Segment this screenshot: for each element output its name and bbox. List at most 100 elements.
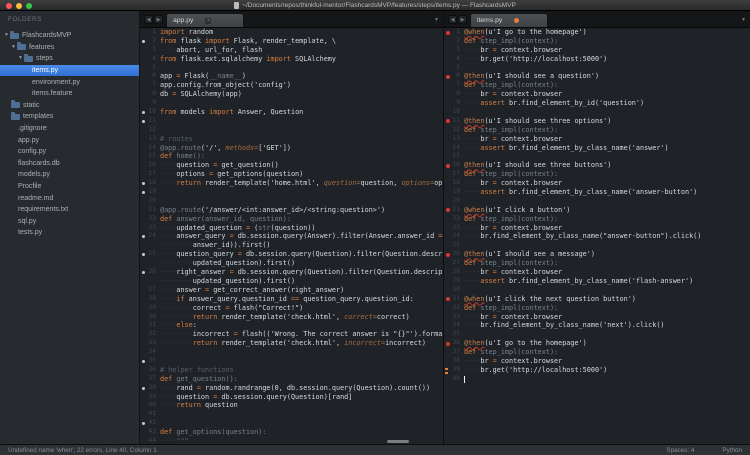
code-line[interactable]: 17def step_impl(context): <box>444 170 750 179</box>
code-line[interactable]: 3····abort, url_for, flash <box>140 46 443 55</box>
code-line[interactable]: 31····else: <box>140 321 443 330</box>
code-line[interactable]: 34····br.find_element_by_class_name('nex… <box>444 321 750 330</box>
code-line[interactable]: 28····br = context.browser <box>444 268 750 277</box>
code-line[interactable]: 36# helper functions <box>140 366 443 375</box>
tab-prev-button[interactable]: ◀ <box>144 15 153 24</box>
code-line[interactable]: 19 <box>140 188 443 197</box>
code-line[interactable]: 9 <box>140 99 443 108</box>
tab-next-button[interactable]: ▶ <box>154 15 163 24</box>
code-line[interactable]: 13# routes <box>140 135 443 144</box>
code-line[interactable]: 33····br = context.browser <box>444 313 750 322</box>
code-line[interactable]: 41 <box>140 410 443 419</box>
code-line[interactable]: 16····question = get_question() <box>140 161 443 170</box>
code-line[interactable]: 42 <box>140 419 443 428</box>
code-line[interactable]: 11@then(u'I should see three options') <box>444 117 750 126</box>
code-line[interactable]: 20 <box>444 197 750 206</box>
code-line[interactable]: 18····br = context.browser <box>444 179 750 188</box>
code-line[interactable]: 24····br.find_element_by_class_name("ans… <box>444 232 750 241</box>
code-line[interactable]: 39····br.get('http://localhost:5000') <box>444 366 750 375</box>
code-line[interactable]: 35 <box>444 330 750 339</box>
code-line[interactable]: 21@when(u'I click a button') <box>444 206 750 215</box>
code-line[interactable]: 35 <box>140 357 443 366</box>
code-line[interactable]: 40 <box>444 375 750 384</box>
sidebar-item--gitignore[interactable]: .gitignore <box>0 123 139 135</box>
code-line[interactable]: ········updated_question).first() <box>140 259 443 268</box>
code-line[interactable]: 32def step_impl(context): <box>444 304 750 313</box>
sidebar-item-requirements-txt[interactable]: requirements.txt <box>0 204 139 216</box>
sidebar-item-sql-py[interactable]: sql.py <box>0 216 139 228</box>
code-line[interactable]: 8····br = context.browser <box>444 90 750 99</box>
sidebar-item-tests-py[interactable]: tests.py <box>0 227 139 239</box>
code-line[interactable]: 30········return render_template('check.… <box>140 313 443 322</box>
modified-dot-icon[interactable] <box>514 18 519 23</box>
sidebar-item-flashcardsmvp[interactable]: ▼FlashcardsMVP <box>0 30 139 42</box>
code-line[interactable]: 15def home(): <box>140 152 443 161</box>
code-editor[interactable]: 1@when(u'I go to the homepage')2def step… <box>444 28 750 444</box>
code-line[interactable]: 16@then(u'I should see three buttons') <box>444 161 750 170</box>
indent-setting[interactable]: Spaces: 4 <box>666 447 694 454</box>
code-line[interactable]: 1@when(u'I go to the homepage') <box>444 28 750 37</box>
tab-items-py[interactable]: items.py <box>470 13 548 27</box>
sidebar-item-flashcards-db[interactable]: flashcards.db <box>0 158 139 170</box>
code-line[interactable]: 40····return question <box>140 401 443 410</box>
code-line[interactable]: 12def step_impl(context): <box>444 126 750 135</box>
sidebar-item-environment-py[interactable]: environment.py <box>0 76 139 88</box>
code-line[interactable]: 22def answer(answer_id, question): <box>140 215 443 224</box>
code-line[interactable]: ········answer_id)).first() <box>140 241 443 250</box>
code-line[interactable]: 5 <box>140 64 443 73</box>
tab-app-py[interactable]: app.py× <box>166 13 244 27</box>
horizontal-scrollbar[interactable] <box>387 440 409 443</box>
zoom-window-button[interactable] <box>26 3 32 9</box>
code-line[interactable]: 36@then(u'I go to the homepage') <box>444 339 750 348</box>
sidebar-item-steps[interactable]: ▼steps <box>0 53 139 65</box>
syntax-setting[interactable]: Python <box>722 447 742 454</box>
code-line[interactable]: 13····br = context.browser <box>444 135 750 144</box>
code-line[interactable]: 39····question = db.session.query(Questi… <box>140 393 443 402</box>
code-line[interactable]: 26····right_answer = db.session.query(Qu… <box>140 268 443 277</box>
code-line[interactable]: 18····return render_template('home.html'… <box>140 179 443 188</box>
sidebar-item-config-py[interactable]: config.py <box>0 146 139 158</box>
code-line[interactable]: 12 <box>140 126 443 135</box>
code-line[interactable]: 43def get_options(question): <box>140 428 443 437</box>
close-tab-icon[interactable]: × <box>205 18 211 24</box>
code-line[interactable]: 27····answer = get_correct_answer(right_… <box>140 286 443 295</box>
tab-overflow-button[interactable]: ▼ <box>741 17 746 23</box>
code-line[interactable]: 21@app.route('/answer/<int:answer_id>/<s… <box>140 206 443 215</box>
code-line[interactable]: 6@then(u'I should see a question') <box>444 72 750 81</box>
code-line[interactable]: 10 <box>444 108 750 117</box>
code-line[interactable]: 1import random <box>140 28 443 37</box>
sidebar-item-app-py[interactable]: app.py <box>0 134 139 146</box>
sidebar-item-static[interactable]: static <box>0 100 139 112</box>
code-line[interactable]: 7app.config.from_object('config') <box>140 81 443 90</box>
code-line[interactable]: 14@app.route('/', methods=['GET']) <box>140 144 443 153</box>
code-line[interactable]: 37def step_impl(context): <box>444 348 750 357</box>
code-line[interactable]: 33········return render_template('check.… <box>140 339 443 348</box>
code-line[interactable]: 19····assert br.find_element_by_class_na… <box>444 188 750 197</box>
sidebar-item-procfile[interactable]: Procfile <box>0 181 139 193</box>
code-line[interactable]: 26@then(u'I should see a message') <box>444 250 750 259</box>
close-window-button[interactable] <box>6 3 12 9</box>
code-line[interactable]: 28····if answer_query.question_id == que… <box>140 295 443 304</box>
tab-prev-button[interactable]: ◀ <box>448 15 457 24</box>
code-line[interactable]: 23····br = context.browser <box>444 224 750 233</box>
code-line[interactable]: 22def step_impl(context): <box>444 215 750 224</box>
sidebar-item-items-py[interactable]: items.py <box>0 65 139 77</box>
sidebar-item-models-py[interactable]: models.py <box>0 169 139 181</box>
sidebar-item-templates[interactable]: templates <box>0 111 139 123</box>
code-line[interactable]: ········updated_question).first() <box>140 277 443 286</box>
tab-overflow-button[interactable]: ▼ <box>434 17 439 23</box>
code-line[interactable]: 31@when(u'I click the next question butt… <box>444 295 750 304</box>
code-line[interactable]: 17····options = get_options(question) <box>140 170 443 179</box>
code-line[interactable]: 2from flask import Flask, render_templat… <box>140 37 443 46</box>
sidebar-item-features[interactable]: ▼features <box>0 42 139 54</box>
code-line[interactable]: 38····rand = random.randrange(0, db.sess… <box>140 384 443 393</box>
sidebar-item-items-feature[interactable]: items.feature <box>0 88 139 100</box>
code-line[interactable]: 3····br = context.browser <box>444 46 750 55</box>
code-line[interactable]: 4····br.get('http://localhost:5000') <box>444 55 750 64</box>
code-line[interactable]: 9····assert br.find_element_by_id('quest… <box>444 99 750 108</box>
code-line[interactable]: 30 <box>444 286 750 295</box>
code-line[interactable]: 6app = Flask(__name__) <box>140 72 443 81</box>
code-line[interactable]: 38····br = context.browser <box>444 357 750 366</box>
code-line[interactable]: 8db = SQLAlchemy(app) <box>140 90 443 99</box>
code-line[interactable]: 15 <box>444 152 750 161</box>
